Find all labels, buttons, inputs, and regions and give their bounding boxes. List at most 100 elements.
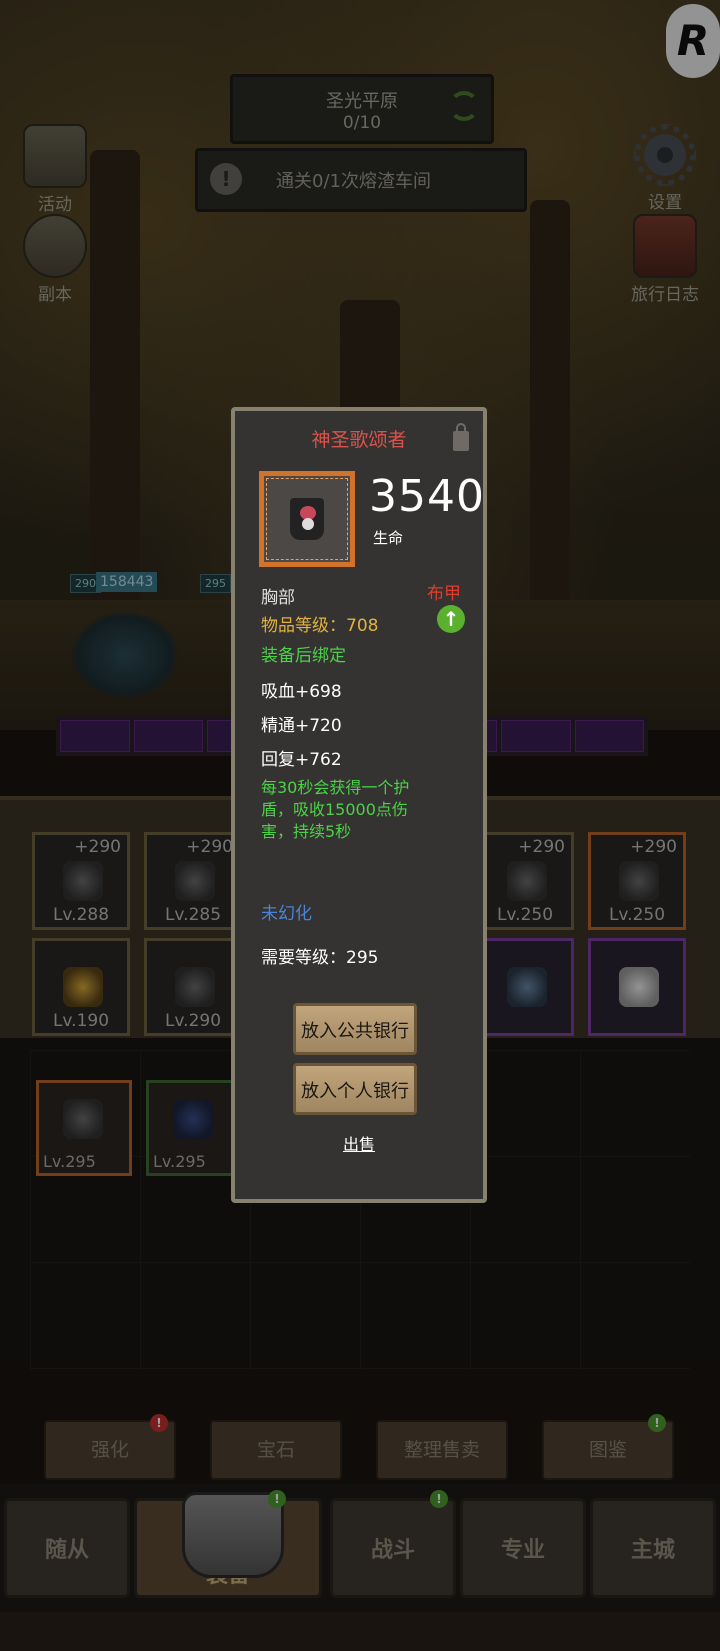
equipment-slot[interactable] (588, 938, 686, 1036)
tree-trunk (530, 200, 570, 620)
notification-badge: ! (150, 1414, 168, 1432)
item-level: Lv.295 (153, 1152, 206, 1171)
item-level: Lv.190 (52, 1011, 110, 1031)
tab-profession-label: 专业 (500, 1538, 545, 1563)
zone-selector[interactable]: 圣光平原 0/10 (230, 74, 494, 144)
upgrade-arrow-icon: ↑ (437, 605, 465, 633)
item-icon-frame (259, 471, 355, 567)
journal-button[interactable]: 旅行日志 (620, 214, 710, 305)
sort-sell-button[interactable]: 整理售卖 (376, 1420, 508, 1480)
item-level: Lv.295 (43, 1152, 96, 1171)
item-level: Lv.250 (608, 905, 666, 925)
enhance-level: +290 (630, 837, 677, 857)
equipment-slot[interactable]: +290 Lv.285 (144, 832, 242, 930)
transmog-status: 未幻化 (261, 904, 312, 924)
codex-button[interactable]: 图鉴 ! (542, 1414, 674, 1480)
sun-amulet-icon (63, 967, 103, 1007)
portal-icon (23, 214, 87, 278)
item-level: Lv.288 (52, 905, 110, 925)
stat-lifesteal: 吸血+698 (261, 682, 342, 702)
item-level: 物品等级：708 (261, 616, 379, 636)
book-icon (633, 214, 697, 278)
tab-city-label: 主城 (630, 1538, 675, 1563)
item-effect: 每30秒会获得一个护盾，吸收15000点伤害，持续5秒 (261, 778, 410, 841)
personal-bank-button[interactable]: 放入个人银行 (293, 1063, 417, 1115)
skill-slot[interactable] (501, 720, 571, 752)
skill-slot[interactable] (574, 720, 644, 752)
gems-label: 宝石 (256, 1439, 295, 1461)
chest-armor-icon (63, 1099, 103, 1139)
equipment-slot[interactable]: Lv.290 (144, 938, 242, 1036)
enhance-label: 强化 (90, 1439, 129, 1461)
item-tooltip: 神圣歌颂者 3540 生命 胸部 布甲 物品等级：708 ↑ 装备后绑定 吸血+… (231, 407, 487, 1203)
lock-icon[interactable] (453, 423, 469, 451)
quest-text: 通关0/1次熔渣车间 (276, 171, 431, 192)
skill-slot[interactable] (60, 720, 130, 752)
item-level: Lv.290 (164, 1011, 222, 1031)
inventory-item[interactable]: Lv.295 (36, 1080, 132, 1176)
tab-battle[interactable]: 战斗 (330, 1498, 456, 1598)
stat-regen: 回复+762 (261, 750, 342, 770)
hero-character (70, 610, 180, 700)
tab-city[interactable]: 主城 (590, 1498, 716, 1598)
settings-label: 设置 (648, 193, 682, 213)
scroll-icon (23, 124, 87, 188)
alert-icon: ! (210, 163, 242, 195)
item-level: Lv.250 (496, 905, 554, 925)
equipment-slot[interactable]: +290 Lv.250 (588, 832, 686, 930)
equipment-slot[interactable] (476, 938, 574, 1036)
enhance-level: +290 (186, 837, 233, 857)
chest-armor-icon (290, 498, 324, 540)
refresh-icon[interactable] (449, 91, 479, 121)
enhance-button[interactable]: 强化 ! (44, 1414, 176, 1480)
ring-icon (619, 967, 659, 1007)
main-stat-label: 生命 (373, 529, 404, 547)
equipment-slot[interactable]: +290 Lv.250 (476, 832, 574, 930)
equipment-slot[interactable]: Lv.190 (32, 938, 130, 1036)
codex-label: 图鉴 (588, 1439, 627, 1461)
glove-icon (175, 967, 215, 1007)
sort-sell-label: 整理售卖 (403, 1439, 480, 1461)
public-bank-button[interactable]: 放入公共银行 (293, 1003, 417, 1055)
inventory-item[interactable]: Lv.295 (146, 1080, 242, 1176)
tab-followers[interactable]: 随从 (4, 1498, 130, 1598)
sell-link[interactable]: 出售 (235, 1131, 483, 1155)
main-stat-value: 3540 (369, 471, 485, 522)
skill-slot[interactable] (133, 720, 203, 752)
helmet-icon (173, 1099, 213, 1139)
required-level: 需要等级：295 (261, 948, 379, 968)
notification-badge: ! (268, 1490, 286, 1508)
weapon-icon (507, 861, 547, 901)
tab-profession[interactable]: 专业 (460, 1498, 586, 1598)
armor-type: 布甲 (427, 584, 461, 604)
notification-badge: ! (430, 1490, 448, 1508)
quest-tracker[interactable]: ! 通关0/1次熔渣车间 (195, 148, 527, 212)
notification-badge: ! (648, 1414, 666, 1432)
journal-label: 旅行日志 (631, 285, 699, 305)
tab-followers-label: 随从 (44, 1538, 89, 1563)
armor-icon (182, 1492, 284, 1578)
dungeon-label: 副本 (38, 285, 72, 305)
bind-status: 装备后绑定 (261, 646, 346, 666)
enhance-level: +290 (518, 837, 565, 857)
events-label: 活动 (38, 195, 72, 215)
events-button[interactable]: 活动 (10, 124, 100, 215)
gems-button[interactable]: 宝石 (210, 1420, 342, 1480)
item-level: Lv.285 (164, 905, 222, 925)
helmet-icon (63, 861, 103, 901)
tab-battle-label: 战斗 (370, 1538, 415, 1563)
enemy-level-tag: 295 (200, 574, 231, 593)
stat-mastery: 精通+720 (261, 716, 342, 736)
item-name: 神圣歌颂者 (311, 429, 407, 451)
shoulder-icon (175, 861, 215, 901)
boots-icon (507, 967, 547, 1007)
hero-hp-bar: 158443 (96, 572, 158, 592)
equipment-slot[interactable]: +290 Lv.288 (32, 832, 130, 930)
app-logo: R (666, 4, 720, 78)
settings-button[interactable]: 设置 (620, 124, 710, 213)
gear-icon (634, 124, 696, 186)
enhance-level: +290 (74, 837, 121, 857)
item-slot: 胸部 (261, 588, 295, 608)
sword-icon (619, 861, 659, 901)
dungeon-button[interactable]: 副本 (10, 214, 100, 305)
